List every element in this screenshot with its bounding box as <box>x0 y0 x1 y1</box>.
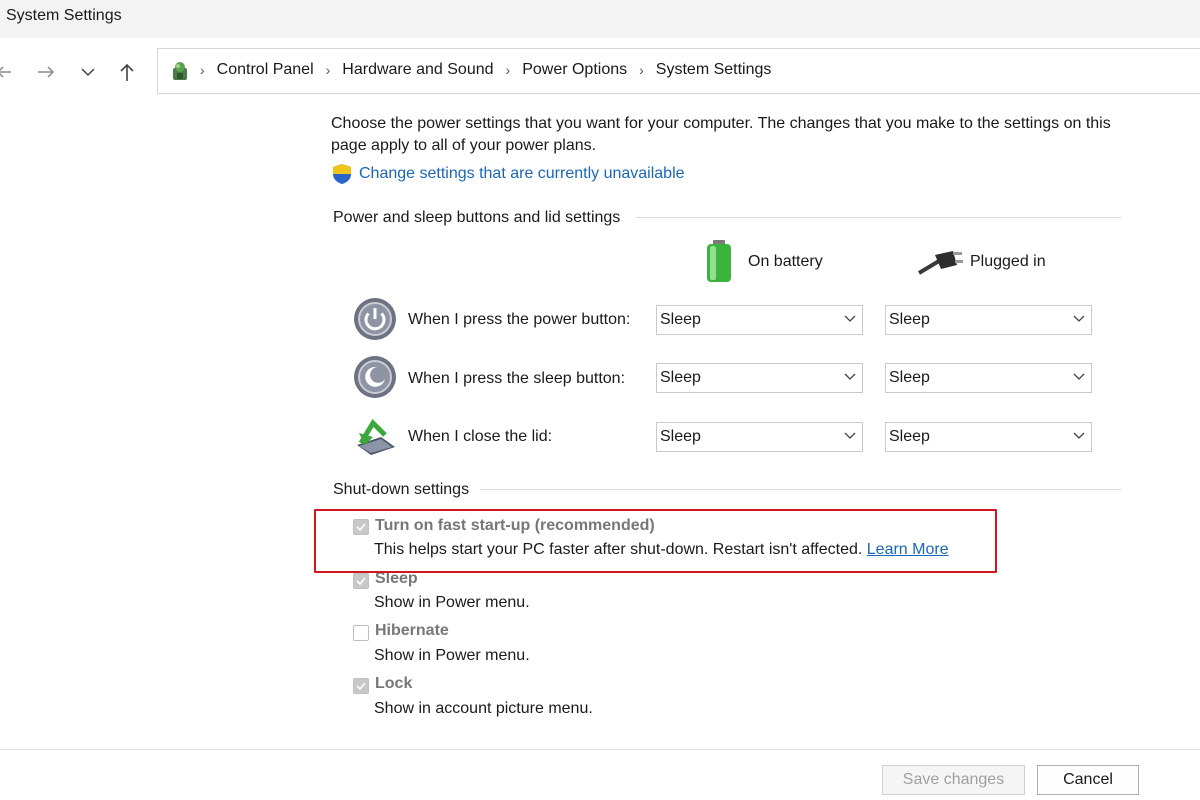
close-lid-battery-select[interactable]: Sleep <box>656 422 863 452</box>
hibernate-option-label: Hibernate <box>375 622 449 639</box>
control-panel-icon <box>173 62 187 80</box>
chevron-down-icon <box>844 432 856 439</box>
window-title: System Settings <box>6 7 122 24</box>
title-bar: System Settings <box>0 0 1200 38</box>
power-section-title: Power and sleep buttons and lid settings <box>333 209 629 227</box>
save-changes-button[interactable]: Save changes <box>882 765 1025 795</box>
shutdown-section-divider <box>480 489 1121 490</box>
close-lid-plugged-select[interactable]: Sleep <box>885 422 1092 452</box>
plugged-in-label: Plugged in <box>970 253 1046 270</box>
fast-startup-highlight-box <box>314 509 997 573</box>
power-button-plugged-select[interactable]: Sleep <box>885 305 1092 335</box>
back-arrow-icon[interactable] <box>0 58 18 86</box>
sleep-button-battery-select[interactable]: Sleep <box>656 363 863 393</box>
sleep-button-icon <box>354 356 396 398</box>
laptop-lid-icon <box>357 418 395 455</box>
sleep-checkbox[interactable] <box>353 573 369 589</box>
hibernate-option-desc: Show in Power menu. <box>374 647 530 664</box>
plugged-in-header: Plugged in <box>917 247 1046 277</box>
lock-option-label: Lock <box>375 675 413 692</box>
sleep-button-label: When I press the sleep button: <box>408 370 626 387</box>
navigation-bar: › Control Panel › Hardware and Sound › P… <box>0 38 1200 104</box>
chevron-down-icon <box>844 373 856 380</box>
change-settings-link[interactable]: Change settings that are currently unava… <box>359 165 685 183</box>
up-arrow-icon[interactable] <box>113 58 141 86</box>
close-lid-label: When I close the lid: <box>408 428 553 445</box>
breadcrumb-power-options[interactable]: Power Options <box>522 61 627 79</box>
checkmark-icon <box>356 577 366 586</box>
on-battery-label: On battery <box>748 253 823 270</box>
chevron-down-icon <box>1073 432 1085 439</box>
chevron-down-icon <box>844 315 856 322</box>
chevron-down-icon <box>1073 373 1085 380</box>
hibernate-checkbox[interactable] <box>353 625 369 641</box>
on-battery-header: On battery <box>704 239 823 285</box>
battery-icon <box>707 240 731 282</box>
power-button-icon <box>354 298 396 340</box>
breadcrumb-hardware-and-sound[interactable]: Hardware and Sound <box>342 61 493 79</box>
power-section-divider <box>636 217 1121 218</box>
breadcrumb-control-panel[interactable]: Control Panel <box>217 61 314 79</box>
intro-section: Choose the power settings that you want … <box>331 113 1121 185</box>
power-button-label: When I press the power button: <box>408 311 631 328</box>
chevron-down-icon <box>1073 315 1085 322</box>
power-plug-icon <box>917 251 963 275</box>
lock-option-desc: Show in account picture menu. <box>374 700 593 717</box>
footer-divider <box>0 749 1200 750</box>
power-button-battery-select[interactable]: Sleep <box>656 305 863 335</box>
recent-locations-chevron-icon[interactable] <box>74 58 102 86</box>
intro-text: Choose the power settings that you want … <box>331 115 1111 154</box>
checkmark-icon <box>356 682 366 691</box>
breadcrumb: › Control Panel › Hardware and Sound › P… <box>200 61 772 79</box>
sleep-button-plugged-select[interactable]: Sleep <box>885 363 1092 393</box>
forward-arrow-icon[interactable] <box>32 58 60 86</box>
shutdown-section-title: Shut-down settings <box>333 481 478 499</box>
address-bar[interactable]: › Control Panel › Hardware and Sound › P… <box>157 48 1200 94</box>
sleep-option-desc: Show in Power menu. <box>374 594 530 611</box>
breadcrumb-system-settings[interactable]: System Settings <box>656 61 772 79</box>
cancel-button[interactable]: Cancel <box>1037 765 1139 795</box>
uac-shield-icon <box>333 164 351 184</box>
lock-checkbox[interactable] <box>353 678 369 694</box>
